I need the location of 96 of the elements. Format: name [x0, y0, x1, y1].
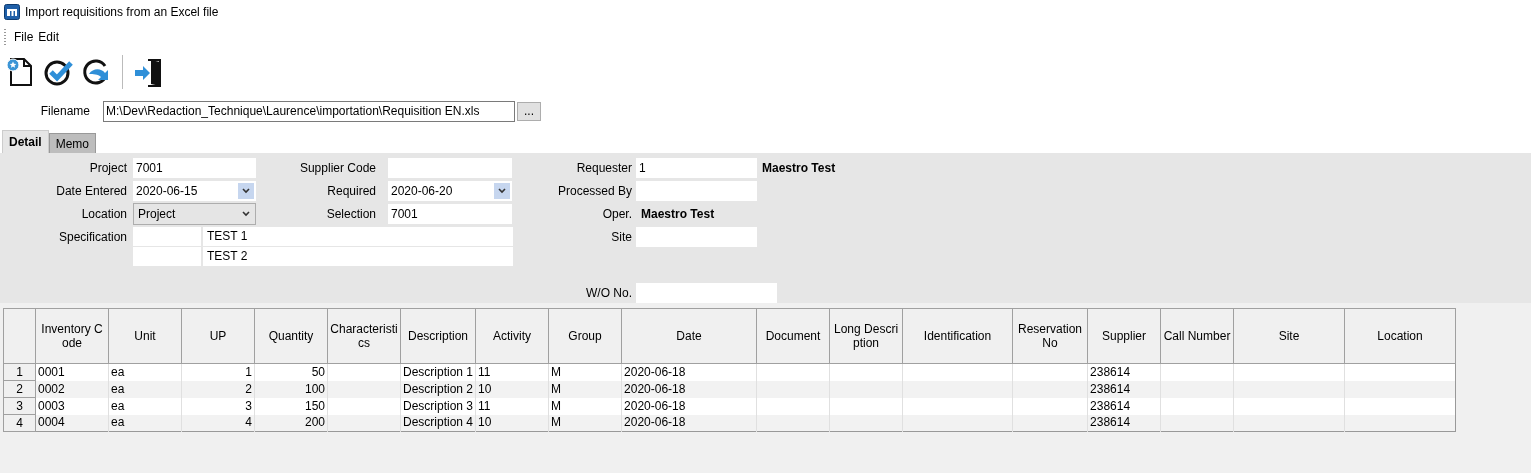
column-header[interactable]: Description [400, 308, 476, 364]
operator-name: Maestro Test [640, 206, 716, 223]
table-cell: 10 [475, 414, 549, 432]
column-header[interactable]: Supplier [1087, 308, 1161, 364]
table-cell: Description 2 [400, 380, 476, 398]
column-header[interactable]: Date [621, 308, 757, 364]
table-cell: 200 [254, 414, 328, 432]
date-field[interactable]: 2020-06-15 [133, 181, 256, 201]
table-cell: ea [108, 363, 182, 381]
table-cell: 0003 [35, 397, 109, 415]
table-cell [133, 227, 201, 246]
field-label: Oper. [601, 206, 633, 223]
column-header[interactable]: Reservation No [1012, 308, 1088, 364]
column-header[interactable]: UP [181, 308, 255, 364]
chevron-icon [241, 186, 251, 196]
column-header[interactable]: Call Number [1160, 308, 1234, 364]
dropdown-button[interactable] [494, 183, 510, 199]
input-field[interactable] [636, 227, 757, 247]
table-cell: M [548, 397, 622, 415]
field-label: Project [88, 160, 128, 177]
menu-item[interactable]: File [13, 30, 38, 44]
table-cell: 238614 [1087, 380, 1161, 398]
table-cell: 2020-06-18 [621, 380, 757, 398]
field-label: Filename [39, 104, 91, 118]
table-cell: 238614 [1087, 363, 1161, 381]
field-label: Location [80, 206, 128, 223]
table-cell: ea [108, 380, 182, 398]
table-cell: 2020-06-18 [621, 363, 757, 381]
table-cell: 2020-06-18 [621, 414, 757, 432]
table-cell: TEST 1 [203, 227, 513, 246]
field-label: Supplier Code [298, 160, 377, 177]
table-cell: ea [108, 397, 182, 415]
filename-field[interactable]: M:\Dev\Redaction_Technique\Laurence\importation\Requisition EN.xls [103, 100, 515, 122]
table-cell: 2 [181, 380, 255, 398]
table-cell: 238614 [1087, 397, 1161, 415]
input-field[interactable] [388, 158, 512, 178]
field-label: Site [610, 229, 633, 246]
table-cell: Description 4 [400, 414, 476, 432]
field-label: Selection [325, 206, 377, 223]
grip-icon [4, 29, 7, 45]
table-cell: M [548, 414, 622, 432]
column-header[interactable]: Location [1344, 308, 1456, 364]
browse-button[interactable]: ... [517, 101, 541, 121]
field-label: Specification [57, 229, 128, 246]
input-field[interactable] [636, 181, 757, 201]
field-label: Processed By [556, 183, 633, 200]
location-dropdown[interactable]: Project [133, 203, 256, 225]
table-cell: Description 1 [400, 363, 476, 381]
table-cell: TEST 2 [203, 247, 513, 266]
table-cell: 0001 [35, 363, 109, 381]
dropdown-button[interactable] [238, 183, 254, 199]
column-header[interactable]: Site [1233, 308, 1345, 364]
input-field[interactable]: 7001 [133, 158, 256, 178]
table-cell: M [548, 363, 622, 381]
table-cell: 0004 [35, 414, 109, 432]
column-header[interactable]: Quantity [254, 308, 328, 364]
requester-name: Maestro Test [761, 160, 837, 177]
window-title: Import requisitions from an Excel file [25, 5, 219, 19]
table-cell: 0002 [35, 380, 109, 398]
table-cell: 1 [181, 363, 255, 381]
column-header[interactable]: Activity [475, 308, 549, 364]
table-cell: 11 [475, 363, 549, 381]
table-cell [133, 247, 201, 266]
chevron-icon [497, 186, 507, 196]
field-label: Required [326, 183, 377, 200]
field-label: Requester [575, 160, 633, 177]
column-header[interactable]: Document [756, 308, 830, 364]
table-cell: 238614 [1087, 414, 1161, 432]
door-exit-icon [132, 56, 164, 88]
table-cell: 150 [254, 397, 328, 415]
table-cell: Description 3 [400, 397, 476, 415]
table-cell: 4 [181, 414, 255, 432]
column-header[interactable]: Characteristics [327, 308, 401, 364]
column-header[interactable]: Inventory Code [35, 308, 109, 364]
table-cell: 11 [475, 397, 549, 415]
table-cell: 50 [254, 363, 328, 381]
table-cell: ea [108, 414, 182, 432]
table-cell: 10 [475, 380, 549, 398]
tab[interactable]: Detail [2, 130, 49, 153]
input-field[interactable] [636, 283, 777, 303]
input-field[interactable]: 7001 [388, 204, 512, 224]
table-cell: 2020-06-18 [621, 397, 757, 415]
column-header[interactable]: Long Description [829, 308, 903, 364]
date-field[interactable]: 2020-06-20 [388, 181, 512, 201]
input-field[interactable]: 1 [636, 158, 757, 178]
table-cell: 3 [181, 397, 255, 415]
table-cell: M [548, 380, 622, 398]
column-header[interactable]: Group [548, 308, 622, 364]
chevron-icon [241, 209, 251, 219]
tab[interactable]: Memo [48, 133, 97, 153]
app-icon [4, 4, 20, 20]
field-label: Date Entered [55, 183, 128, 200]
column-header[interactable]: Identification [902, 308, 1013, 364]
menu-item[interactable]: Edit [37, 30, 64, 44]
column-header[interactable]: Unit [108, 308, 182, 364]
table-cell: 100 [254, 380, 328, 398]
